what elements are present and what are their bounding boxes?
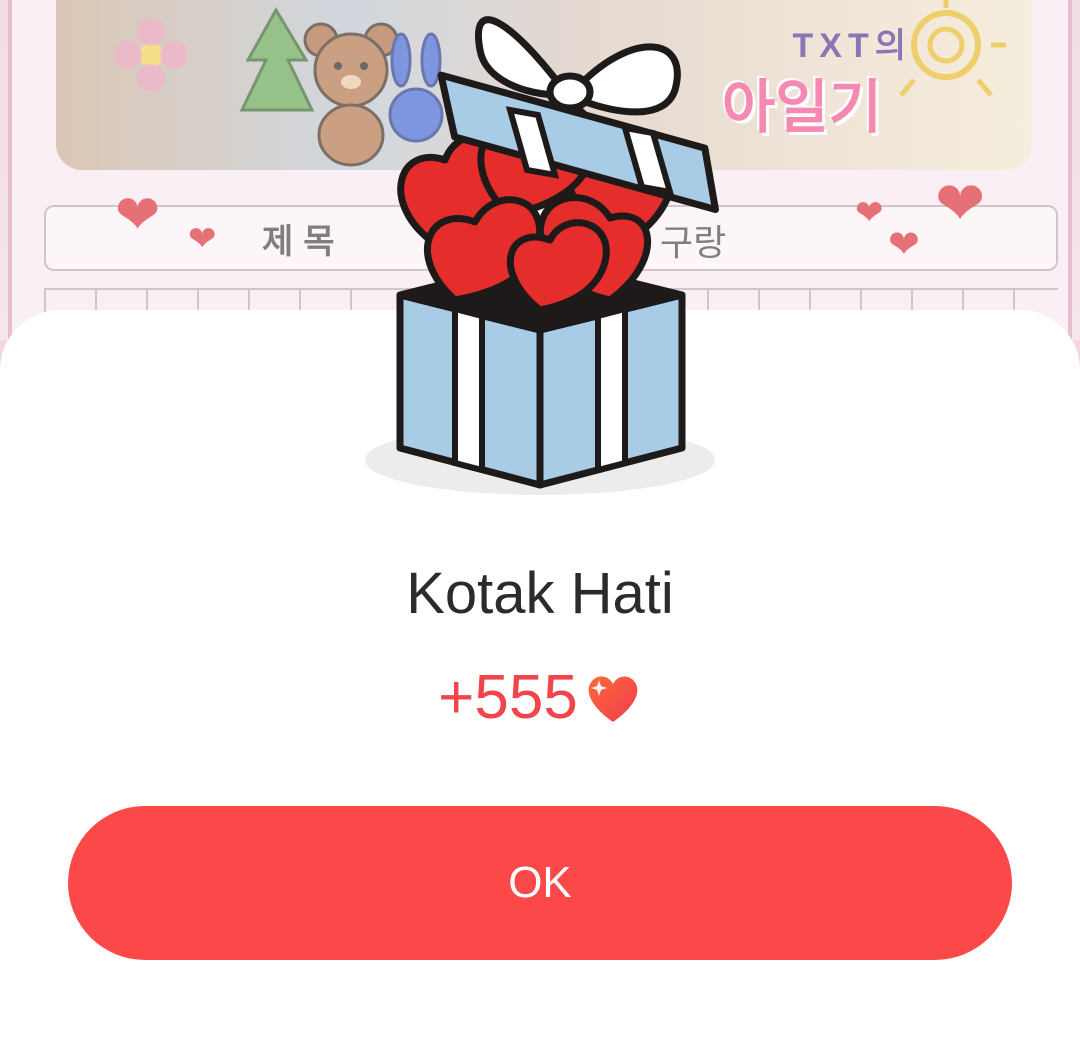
reward-title: Kotak Hati [406, 561, 674, 626]
reward-amount-row: +555 [0, 658, 1080, 733]
reward-amount: +555 [438, 663, 578, 733]
ok-button[interactable]: OK [68, 806, 1012, 960]
heart-icon [588, 676, 638, 722]
heart-gift-box-icon [365, 16, 719, 495]
